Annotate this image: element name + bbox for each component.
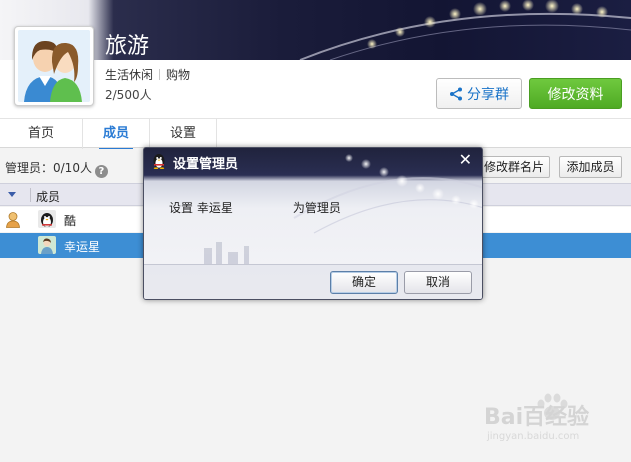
tab-home[interactable]: 首页 bbox=[0, 119, 83, 149]
dialog-message-suffix: 为管理员 bbox=[292, 201, 341, 215]
member-count: 2/500人 bbox=[105, 88, 152, 102]
watermark-text: Bai百经验 bbox=[484, 405, 590, 430]
dialog-titlebar[interactable]: 设置管理员 ✕ bbox=[144, 148, 482, 174]
dialog-message: 设置 幸运星 为管理员 bbox=[169, 199, 341, 216]
set-admin-dialog: 设置管理员 ✕ 设置 幸运星 为管理员 确定 取消 bbox=[143, 147, 483, 300]
tab-settings[interactable]: 设置 bbox=[150, 119, 217, 149]
member-name: 酷 bbox=[64, 214, 77, 228]
penguin-avatar-icon bbox=[38, 210, 56, 228]
column-divider bbox=[30, 188, 31, 202]
dialog-title: 设置管理员 bbox=[173, 157, 239, 172]
admin-count-label: 管理员：0/10人 bbox=[5, 161, 92, 175]
header-banner bbox=[0, 0, 631, 60]
column-member[interactable]: 成员 bbox=[36, 188, 60, 205]
share-button-label: 分享群 bbox=[467, 86, 509, 103]
baidu-jingyan-watermark: Bai百经验 jingyan.baidu.com bbox=[484, 393, 630, 453]
tag-divider bbox=[159, 69, 161, 80]
rename-card-button[interactable]: 修改群名片 bbox=[478, 156, 550, 178]
tag-leisure: 生活休闲 bbox=[105, 68, 154, 82]
owner-icon bbox=[6, 212, 20, 228]
edit-profile-button[interactable]: 修改资料 bbox=[529, 78, 622, 109]
cancel-button[interactable]: 取消 bbox=[404, 271, 472, 294]
close-icon[interactable]: ✕ bbox=[459, 150, 472, 170]
member-avatar-icon bbox=[38, 236, 56, 254]
tab-members[interactable]: 成员 bbox=[83, 119, 150, 150]
dialog-message-prefix: 设置 幸运星 bbox=[169, 201, 233, 215]
sort-caret-icon[interactable] bbox=[8, 192, 16, 197]
add-member-button[interactable]: 添加成员 bbox=[559, 156, 622, 178]
group-header: 旅游 生活休闲 购物 2/500人 分享群 修改资料 bbox=[0, 0, 631, 118]
watermark-url: jingyan.baidu.com bbox=[487, 431, 580, 442]
member-name: 幸运星 bbox=[64, 240, 101, 254]
group-tabs: 首页 成员 设置 bbox=[0, 118, 631, 150]
admin-count: 管理员：0/10人? bbox=[5, 159, 108, 178]
help-icon[interactable]: ? bbox=[94, 165, 108, 178]
group-name: 旅游 bbox=[105, 34, 150, 59]
tag-shopping: 购物 bbox=[166, 68, 191, 82]
couple-avatar-icon bbox=[18, 30, 90, 102]
group-tags: 生活休闲 购物 bbox=[105, 66, 190, 83]
share-icon bbox=[450, 87, 462, 100]
qq-penguin-icon bbox=[153, 154, 165, 169]
share-group-button[interactable]: 分享群 bbox=[436, 78, 522, 109]
confirm-button[interactable]: 确定 bbox=[330, 271, 398, 294]
group-avatar[interactable] bbox=[14, 26, 94, 106]
